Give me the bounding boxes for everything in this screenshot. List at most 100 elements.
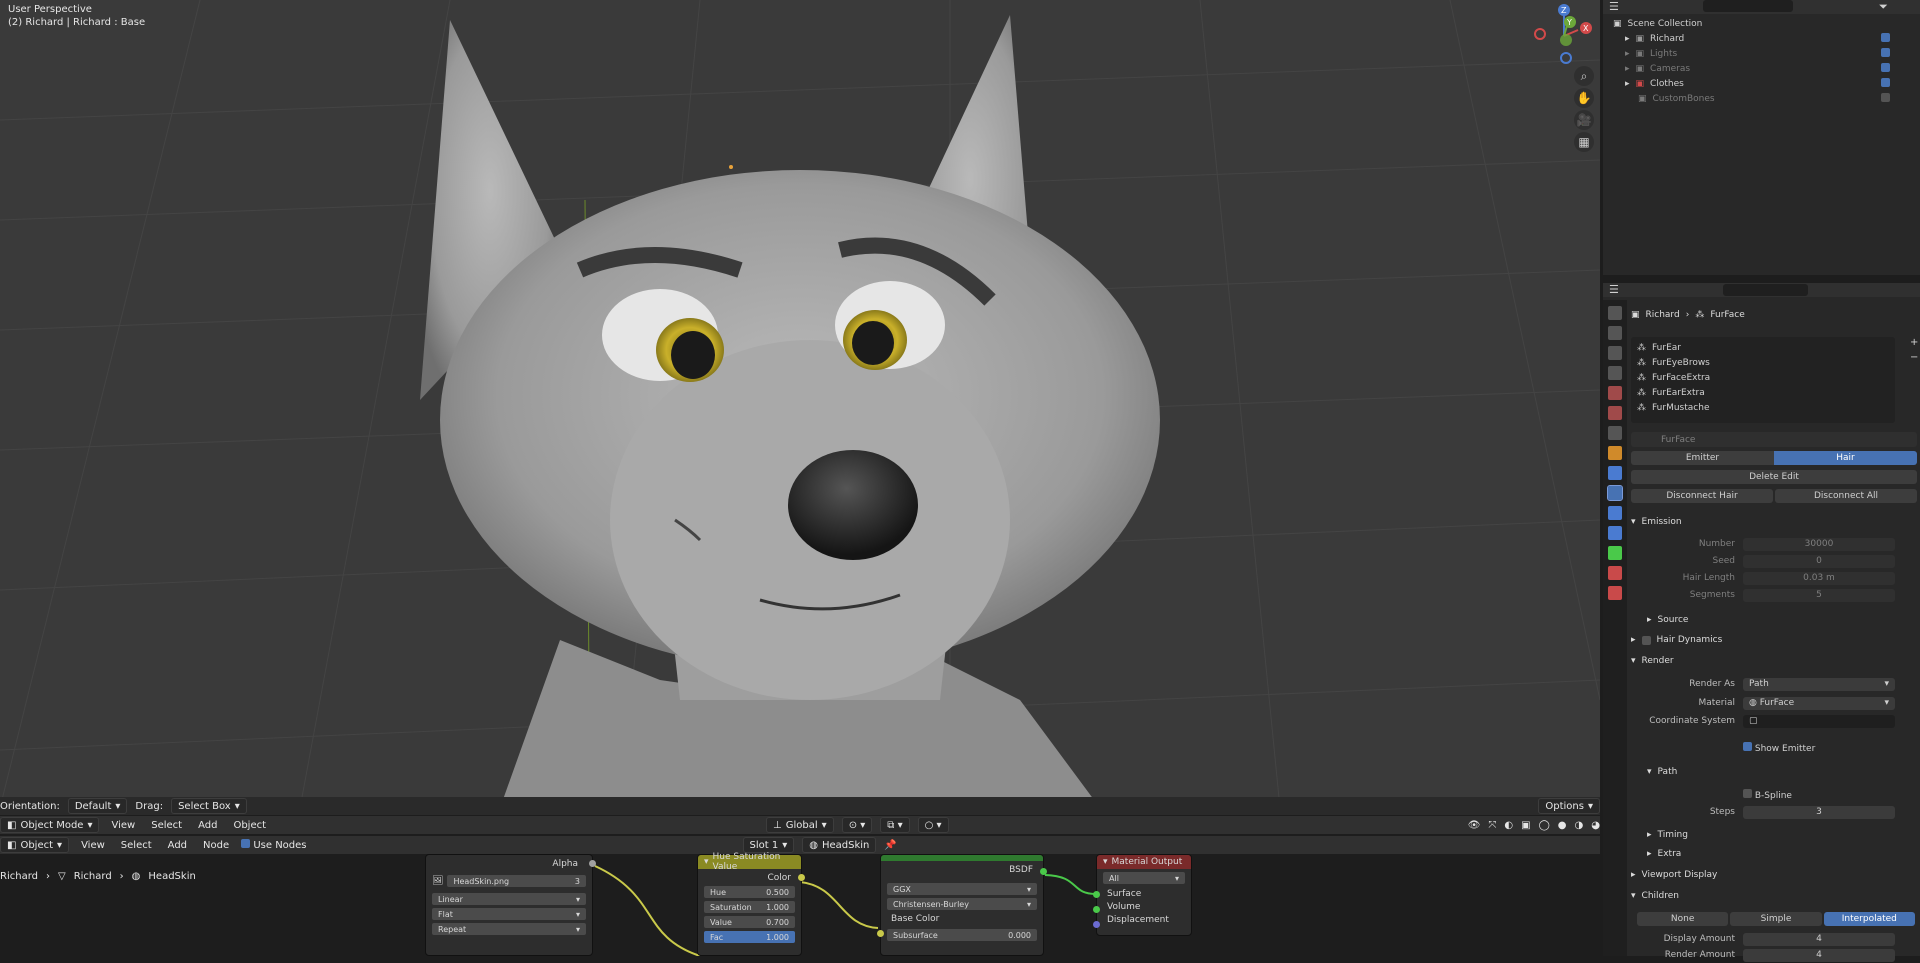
world-tab-icon[interactable] [1608, 406, 1622, 420]
hair-dynamics-panel-header[interactable]: ▸ Hair Dynamics [1631, 632, 1917, 648]
physics-tab-icon[interactable] [1608, 506, 1622, 520]
image-texture-node[interactable]: Alpha 🖼 HeadSkin.png 3 Linear ▾ Flat ▾ Repe… [425, 854, 596, 956]
outliner-item-custombones[interactable]: ▣ CustomBones [1625, 91, 1715, 106]
steps-field[interactable]: 3 [1743, 805, 1895, 819]
hair-length-field[interactable]: 0.03 m [1743, 571, 1895, 585]
source-subpanel-header[interactable]: ▸ Source [1647, 612, 1920, 628]
particle-item-fureyebrows[interactable]: ⁂ FurEyeBrows [1637, 355, 1710, 370]
object-tab-icon[interactable] [1608, 446, 1622, 460]
hair-type-button[interactable]: Hair [1774, 451, 1917, 465]
exclude-checkbox-clothes[interactable] [1881, 78, 1890, 87]
outliner-item-richard[interactable]: ▸ ▣ Richard [1625, 31, 1684, 46]
node-type-dropdown[interactable]: ◧ Object ▾ [0, 837, 70, 853]
exclude-checkbox-richard[interactable] [1881, 33, 1890, 42]
interpolation-dropdown[interactable]: Linear ▾ [432, 893, 586, 905]
outliner[interactable]: ☰ ⏷ ▣ Scene Collection ▸ ▣ Richard ▸ ▣ Light… [1603, 0, 1920, 275]
pivot-icon[interactable]: ⊙ ▾ [841, 817, 873, 833]
zoom-icon[interactable]: ⌕ [1574, 66, 1594, 86]
children-interpolated-button[interactable]: Interpolated [1823, 912, 1915, 926]
disconnect-all-button[interactable]: Disconnect All [1775, 489, 1917, 503]
material-dropdown[interactable]: ◍ FurFace ▾ [1743, 696, 1895, 710]
modifier-tab-icon[interactable] [1608, 466, 1622, 480]
shader-node-editor[interactable]: ◧ Object ▾ View Select Add Node Use Node… [0, 836, 1600, 956]
pan-hand-icon[interactable]: ✋ [1574, 88, 1594, 108]
shading-material-icon[interactable]: ◑ [1575, 820, 1584, 831]
overlay-icon[interactable]: ◐ [1504, 820, 1513, 831]
render-tab-icon[interactable] [1608, 326, 1622, 340]
viewport-display-panel-header[interactable]: ▸ Viewport Display [1631, 867, 1917, 883]
particle-item-furear[interactable]: ⁂ FurEar [1637, 340, 1681, 355]
node-menu-add[interactable]: Add [164, 840, 191, 851]
node-menu-view[interactable]: View [77, 840, 109, 851]
orientation-dropdown[interactable]: Default ▾ [67, 798, 128, 814]
material-selector[interactable]: ◍ HeadSkin [802, 837, 877, 853]
shading-solid-icon[interactable]: ● [1558, 820, 1567, 831]
menu-object[interactable]: Object [229, 820, 270, 831]
node-menu-node[interactable]: Node [199, 840, 233, 851]
remove-particle-button[interactable]: − [1910, 352, 1920, 363]
texture-tab-icon[interactable] [1608, 586, 1622, 600]
transform-orientation-dropdown[interactable]: ⊥ Global ▾ [766, 817, 834, 833]
properties-editor-icon[interactable]: ☰ [1609, 283, 1619, 296]
children-none-button[interactable]: None [1637, 912, 1729, 926]
hue-field[interactable]: Hue 0.500 [704, 886, 795, 898]
exclude-checkbox-custombones[interactable] [1881, 93, 1890, 102]
particle-system-list[interactable]: ⁂ FurEar ⁂ FurEyeBrows ⁂ FurFaceExtra ⁂ FurE… [1631, 337, 1895, 423]
scene-collection-row[interactable]: ▣ Scene Collection [1613, 16, 1702, 31]
render-as-dropdown[interactable]: Path ▾ [1743, 677, 1895, 691]
hue-saturation-node[interactable]: ▾ Hue Saturation Value Color Hue 0.500 Sa… [697, 852, 805, 956]
use-nodes-checkbox[interactable]: Use Nodes [241, 839, 307, 851]
scene-tab-icon[interactable] [1608, 386, 1622, 400]
menu-add[interactable]: Add [194, 820, 221, 831]
options-dropdown[interactable]: Options ▾ [1538, 798, 1600, 814]
children-panel-header[interactable]: ▾ Children [1631, 888, 1917, 904]
mode-dropdown[interactable]: ◧ Object Mode ▾ [0, 817, 100, 833]
principled-bsdf-node[interactable]: BSDF GGX ▾ Christensen-Burley ▾ Base Color… [877, 854, 1047, 956]
display-amount-field[interactable]: 4 [1743, 932, 1895, 946]
shading-wireframe-icon[interactable]: ◯ [1539, 820, 1550, 831]
render-panel-header[interactable]: ▾ Render [1631, 653, 1917, 669]
slot-dropdown[interactable]: Slot 1 ▾ [742, 837, 795, 853]
constraints-tab-icon[interactable] [1608, 526, 1622, 540]
subsurface-field[interactable]: Subsurface 0.000 [887, 929, 1037, 941]
outliner-item-lights[interactable]: ▸ ▣ Lights [1625, 46, 1677, 61]
outliner-item-cameras[interactable]: ▸ ▣ Cameras [1625, 61, 1690, 76]
bsdf-node-header[interactable] [881, 855, 1043, 861]
proportional-edit-icon[interactable]: ○ ▾ [917, 817, 949, 833]
collection-tab-icon[interactable] [1608, 426, 1622, 440]
emitter-type-button[interactable]: Emitter [1631, 451, 1774, 465]
seed-field[interactable]: 0 [1743, 554, 1895, 568]
projection-dropdown[interactable]: Flat ▾ [432, 908, 586, 920]
fac-field[interactable]: Fac 1.000 [704, 931, 795, 943]
particle-settings-name-field[interactable]: FurFace [1631, 432, 1917, 447]
show-emitter-checkbox[interactable]: Show Emitter [1743, 742, 1815, 754]
number-field[interactable]: 30000 [1743, 537, 1895, 551]
particle-item-furmustache[interactable]: ⁂ FurMustache [1637, 400, 1709, 415]
surface-socket[interactable] [1093, 891, 1100, 898]
data-tab-icon[interactable] [1608, 546, 1622, 560]
hue-color-output-socket[interactable] [798, 874, 805, 881]
subsurface-method-dropdown[interactable]: Christensen-Burley ▾ [887, 898, 1037, 910]
tool-tab-icon[interactable] [1608, 306, 1622, 320]
camera-view-icon[interactable]: 🎥 [1574, 110, 1594, 130]
particles-tab-icon[interactable] [1607, 485, 1623, 501]
navigation-gizmo[interactable]: Z X Y [1530, 4, 1598, 66]
timing-subpanel-header[interactable]: ▸ Timing [1647, 827, 1920, 843]
delete-edit-button[interactable]: Delete Edit [1631, 470, 1917, 484]
value-field[interactable]: Value 0.700 [704, 916, 795, 928]
pin-icon[interactable]: 📌 [884, 840, 896, 851]
output-tab-icon[interactable] [1608, 346, 1622, 360]
output-target-dropdown[interactable]: All ▾ [1103, 872, 1185, 884]
saturation-field[interactable]: Saturation 1.000 [704, 901, 795, 913]
bspline-checkbox[interactable]: B-Spline [1743, 789, 1792, 801]
material-output-node[interactable]: ▾ Material Output All ▾ Surface Volume Di… [1093, 854, 1192, 936]
shading-rendered-icon[interactable]: ◕ [1591, 820, 1600, 831]
alpha-socket[interactable] [589, 860, 596, 867]
bsdf-output-socket[interactable] [1040, 868, 1047, 875]
distribution-dropdown[interactable]: GGX ▾ [887, 883, 1037, 895]
grid-perspective-icon[interactable]: ▦ [1574, 132, 1594, 152]
snap-icon[interactable]: ⧉ ▾ [880, 817, 910, 833]
visibility-icon[interactable]: 👁 [1468, 820, 1481, 831]
render-amount-field[interactable]: 4 [1743, 948, 1895, 962]
output-node-header[interactable]: ▾ Material Output [1097, 855, 1191, 869]
